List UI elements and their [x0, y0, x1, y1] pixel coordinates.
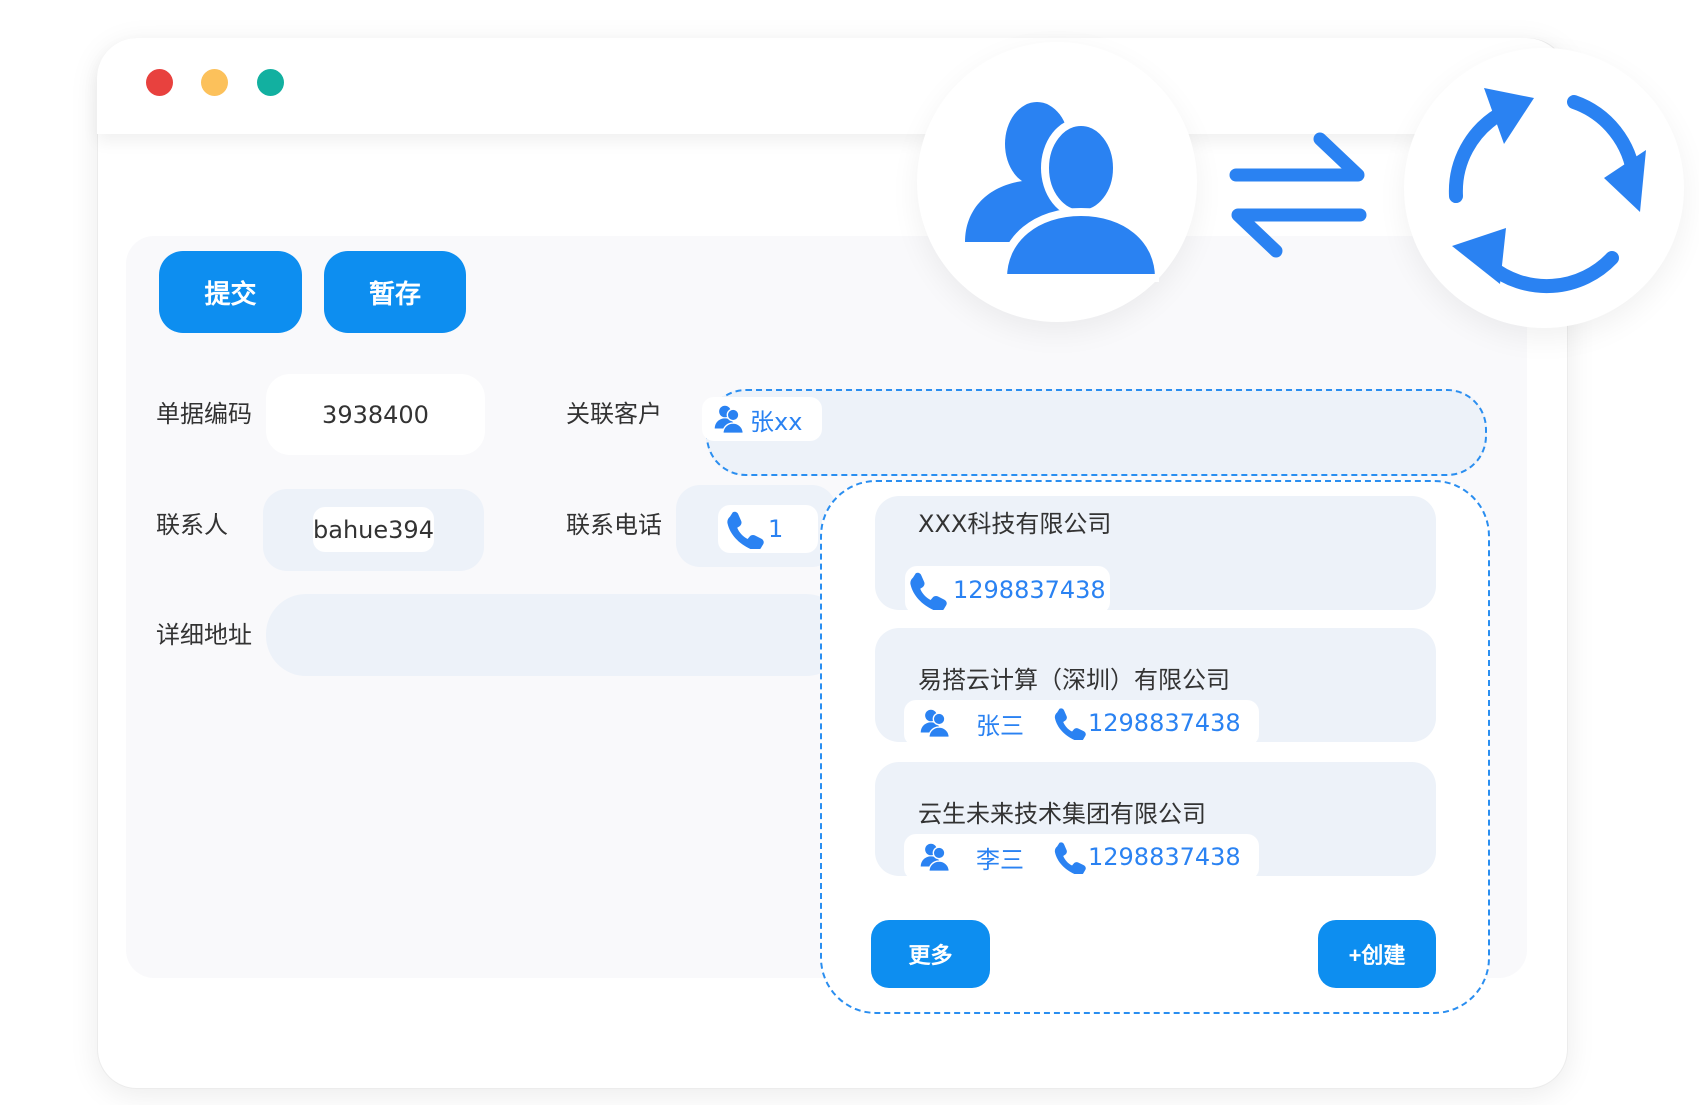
users-icon: [712, 402, 746, 436]
users-icon: [918, 840, 952, 874]
customer-field[interactable]: [706, 389, 1487, 476]
save-draft-button[interactable]: 暂存: [324, 251, 466, 333]
sync-illustration: [1404, 48, 1684, 328]
users-icon: [959, 82, 1159, 282]
contact-label: 联系人: [156, 511, 228, 539]
close-dot[interactable]: [146, 69, 173, 96]
company-name: 易搭云计算（深圳）有限公司: [918, 666, 1230, 694]
contact-value: bahue394: [313, 515, 434, 544]
swap-arrows-icon: [1228, 131, 1368, 259]
phone-icon: [724, 509, 764, 549]
doc-code-value: 3938400: [322, 400, 429, 429]
doc-code-label: 单据编码: [156, 400, 252, 428]
minimize-dot[interactable]: [201, 69, 228, 96]
submit-button[interactable]: 提交: [159, 251, 302, 333]
phone-chip: 1: [718, 505, 818, 553]
customer-chip-text: 张xx: [750, 407, 803, 436]
customer-chip[interactable]: 张xx: [702, 397, 822, 441]
contact-chip: bahue394: [313, 507, 434, 552]
item-phone: 1298837438: [1088, 843, 1241, 871]
company-name: 云生未来技术集团有限公司: [918, 800, 1206, 828]
title-bar: [97, 38, 1566, 134]
users-illustration: [917, 42, 1197, 322]
doc-code-field[interactable]: 3938400: [266, 374, 485, 455]
item-phone-chip: 1298837438: [905, 566, 1110, 614]
item-phone: 1298837438: [1088, 709, 1241, 737]
users-icon: [918, 706, 952, 740]
item-phone: 1298837438: [953, 576, 1106, 604]
phone-icon: [907, 570, 947, 610]
maximize-dot[interactable]: [257, 69, 284, 96]
phone-label: 联系电话: [566, 511, 662, 539]
address-field[interactable]: [266, 594, 846, 676]
phone-icon: [1052, 706, 1086, 740]
sync-icon: [1434, 78, 1654, 298]
more-button[interactable]: 更多: [871, 920, 990, 988]
address-label: 详细地址: [156, 621, 252, 649]
phone-partial-value: 1: [768, 515, 784, 543]
item-contact: 李三: [976, 845, 1024, 874]
phone-icon: [1052, 840, 1086, 874]
create-button[interactable]: +创建: [1318, 920, 1436, 988]
customer-label: 关联客户: [566, 400, 662, 428]
item-contact-chip: 李三 1298837438: [904, 834, 1259, 880]
item-contact-chip: 张三 1298837438: [904, 700, 1259, 746]
item-contact: 张三: [976, 711, 1024, 740]
company-name: XXX科技有限公司: [918, 510, 1112, 538]
